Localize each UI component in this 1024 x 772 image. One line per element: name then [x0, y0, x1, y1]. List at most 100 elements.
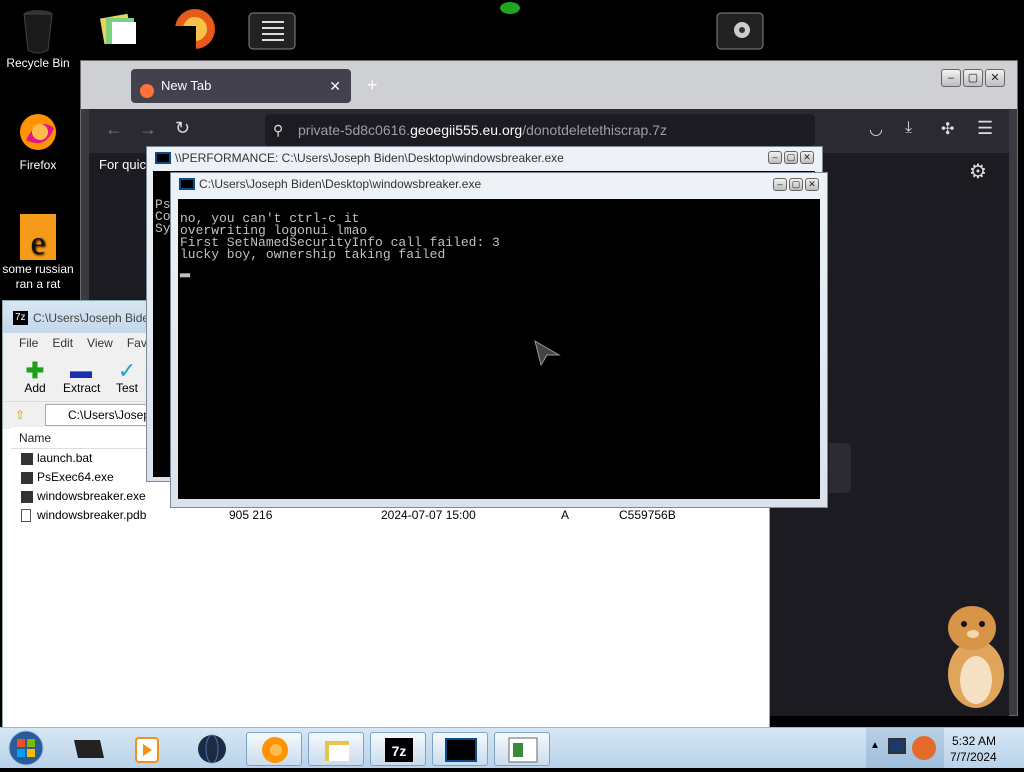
- svg-text:e: e: [30, 225, 45, 262]
- test-button[interactable]: ✓ Test: [109, 353, 145, 401]
- taskbar-item-media-player[interactable]: [120, 732, 176, 766]
- close-button[interactable]: ✕: [800, 151, 814, 164]
- desktop-icon-label: Recycle Bin: [6, 56, 70, 70]
- file-name: PsExec64.exe: [37, 470, 114, 484]
- list-app-icon[interactable]: [248, 12, 296, 50]
- taskbar-item-terminal[interactable]: [60, 732, 116, 766]
- firefox-icon: [16, 110, 60, 154]
- file-name: windowsbreaker.exe: [37, 489, 146, 503]
- quick-text: For quick: [99, 157, 153, 172]
- console-cursor: ▂: [180, 263, 190, 278]
- tab-new-tab[interactable]: New Tab ✕: [131, 69, 351, 103]
- file-icon: [21, 453, 33, 465]
- start-button[interactable]: [4, 729, 48, 767]
- clock-date[interactable]: 7/7/2024: [950, 750, 997, 764]
- console-title: \\PERFORMANCE: C:\Users\Joseph Biden\Des…: [175, 151, 564, 165]
- tab-close-icon[interactable]: ✕: [329, 69, 341, 103]
- taskbar-item-firefox[interactable]: [246, 732, 302, 766]
- taskbar-item-console[interactable]: [432, 732, 488, 766]
- tab-title: New Tab: [161, 78, 212, 93]
- firefox-tab-icon: [139, 78, 155, 112]
- minimize-button[interactable]: –: [768, 151, 782, 164]
- desktop-icon-label: some russian ran a rat: [2, 262, 74, 291]
- file-icon: [21, 491, 33, 503]
- media-player-icon[interactable]: [172, 6, 220, 52]
- window-controls: – ▢ ✕: [768, 151, 814, 164]
- ie-file-icon: e: [16, 214, 60, 262]
- recycle-bin-icon: [16, 8, 60, 54]
- desktop-icon-recycle-bin[interactable]: Recycle Bin: [2, 8, 74, 71]
- file-modified: 2024-07-07 15:00: [381, 508, 476, 522]
- extensions-icon[interactable]: ✣: [941, 119, 954, 139]
- tray-monitor-icon[interactable]: [888, 738, 906, 754]
- forward-icon[interactable]: →: [139, 119, 157, 140]
- menu-edit[interactable]: Edit: [52, 333, 73, 353]
- documents-icon[interactable]: [98, 12, 146, 50]
- console-window-front: C:\Users\Joseph Biden\Desktop\windowsbre…: [170, 172, 828, 508]
- file-size: 905 216: [229, 508, 273, 522]
- top-decoration: [490, 0, 530, 16]
- folder-up-icon[interactable]: ⇧: [15, 402, 25, 428]
- reload-icon[interactable]: ↻: [175, 118, 190, 139]
- taskbar-item-notepad[interactable]: [494, 732, 550, 766]
- file-icon: [21, 509, 31, 522]
- desktop-icon-rat[interactable]: e some russian ran a rat: [2, 214, 74, 292]
- list-item[interactable]: windowsbreaker.pdb 905 216 2024-07-07 15…: [11, 506, 761, 525]
- url-path: /donotdeletethiscrap.7z: [522, 122, 667, 138]
- mouse-cursor-icon: [533, 339, 561, 372]
- console-icon: [179, 178, 195, 190]
- taskbar-item-globe[interactable]: [184, 732, 240, 766]
- add-button[interactable]: ✚ Add: [17, 353, 53, 401]
- maximize-button[interactable]: ▢: [963, 69, 983, 87]
- file-crc: C559756B: [619, 508, 676, 522]
- menu-file[interactable]: File: [19, 333, 38, 353]
- hamster-image: [940, 604, 1010, 717]
- system-tray: ▲: [866, 728, 944, 768]
- file-name: launch.bat: [37, 451, 93, 465]
- clock-time[interactable]: 5:32 AM: [952, 734, 996, 748]
- search-icon: ⚲: [273, 122, 284, 138]
- minus-icon: ▬: [70, 358, 92, 383]
- taskbar-item-explorer[interactable]: [308, 732, 364, 766]
- taskbar-item-7zip[interactable]: 7z: [370, 732, 426, 766]
- settings-gear-icon[interactable]: ⚙: [969, 159, 987, 184]
- desktop-icon-firefox[interactable]: Firefox: [2, 110, 74, 173]
- shortcut-tile[interactable]: [829, 443, 851, 493]
- extract-button[interactable]: ▬ Extract: [63, 353, 100, 401]
- downloads-icon[interactable]: ⤓: [905, 119, 912, 137]
- camera-app-icon[interactable]: [716, 12, 764, 50]
- console-title: C:\Users\Joseph Biden\Desktop\windowsbre…: [199, 177, 482, 191]
- checkmark-icon: ✓: [117, 358, 137, 383]
- file-name: windowsbreaker.pdb: [37, 508, 147, 522]
- new-tab-button[interactable]: +: [367, 75, 378, 96]
- tray-arrow-icon[interactable]: ▲: [870, 740, 880, 751]
- taskbar: 7z ▲ 5:32 AM 7/7/2024: [0, 727, 1024, 768]
- menu-view[interactable]: View: [87, 333, 113, 353]
- file-attr: A: [561, 508, 570, 522]
- maximize-button[interactable]: ▢: [784, 151, 798, 164]
- menu-icon[interactable]: ☰: [977, 118, 993, 139]
- minimize-button[interactable]: –: [773, 178, 787, 191]
- 7zip-title: C:\Users\Joseph Bide: [33, 311, 150, 325]
- minimize-button[interactable]: –: [941, 69, 961, 87]
- url-domain: geoegii555.eu.org: [410, 122, 523, 138]
- file-icon: [21, 472, 33, 484]
- tray-shield-icon[interactable]: [912, 736, 936, 760]
- window-controls: – ▢ ✕: [941, 69, 1005, 87]
- console-line: lucky boy, ownership taking failed: [180, 247, 446, 262]
- firefox-titlebar: New Tab ✕ + – ▢ ✕: [81, 61, 1017, 109]
- window-controls: – ▢ ✕: [773, 178, 819, 191]
- svg-text:7z: 7z: [392, 743, 407, 759]
- close-button[interactable]: ✕: [805, 178, 819, 191]
- maximize-button[interactable]: ▢: [789, 178, 803, 191]
- console-output: no, you can't ctrl-c it overwriting logon…: [178, 199, 820, 499]
- url-host: private-5d8c0616.: [298, 122, 411, 138]
- url-bar[interactable]: ⚲ private-5d8c0616.geoegii555.eu.org/don…: [265, 114, 815, 146]
- pocket-icon[interactable]: ◡: [869, 119, 883, 139]
- desktop-icon-label: Firefox: [19, 158, 57, 172]
- back-icon[interactable]: ←: [105, 119, 123, 140]
- console-icon: [155, 152, 171, 164]
- 7zip-icon: 7z: [13, 311, 28, 325]
- plus-icon: ✚: [25, 358, 45, 383]
- close-button[interactable]: ✕: [985, 69, 1005, 87]
